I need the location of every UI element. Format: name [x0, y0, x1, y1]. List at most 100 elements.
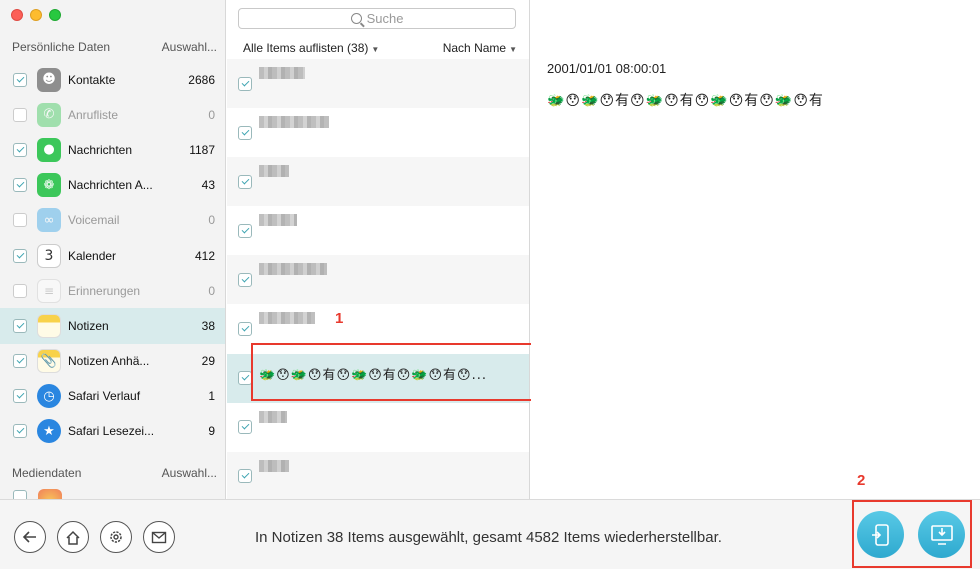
- list-header: Alle Items auflisten (38) ▼ Nach Name ▼: [243, 41, 517, 55]
- close-window-button[interactable]: [11, 9, 23, 21]
- sidebar-item-safari-lesezeichen[interactable]: ★ Safari Lesezei... 9: [0, 414, 225, 449]
- checkbox[interactable]: [238, 174, 252, 189]
- sidebar-item-notizen-anhaenge[interactable]: 📎 Notizen Anhä... 29: [0, 344, 225, 379]
- annotation-box-1: [251, 343, 533, 401]
- annotation-number-2: 2: [857, 472, 866, 489]
- zoom-window-button[interactable]: [49, 9, 61, 21]
- list-item[interactable]: [227, 206, 529, 255]
- search-input[interactable]: Suche: [238, 8, 516, 29]
- sidebar-item-notizen[interactable]: Notizen 38: [0, 308, 225, 344]
- sidebar-item-label: Nachrichten: [68, 142, 133, 157]
- sidebar-item-label: Kalender: [68, 248, 117, 263]
- list-item[interactable]: [227, 451, 529, 499]
- checkbox[interactable]: [238, 469, 252, 484]
- checkbox[interactable]: [238, 223, 252, 238]
- blurred-title: [259, 263, 327, 276]
- sidebar-item-erinnerungen[interactable]: ≡ Erinnerungen 0: [0, 273, 225, 308]
- sidebar-item-kontakte[interactable]: ☻ Kontakte 2686: [0, 62, 225, 97]
- sidebar-item-count: 29: [201, 354, 215, 369]
- sidebar-item-label: Voicemail: [68, 213, 120, 228]
- checkbox[interactable]: [13, 424, 27, 439]
- detail-panel: 2001/01/01 08:00:01 🐲😯🐲😯有😯🐲😯有😯🐲😯有😯🐲😯有: [531, 0, 980, 499]
- sidebar-item-count: 0: [208, 283, 215, 298]
- sidebar-item-nachrichten[interactable]: ● Nachrichten 1187: [0, 132, 225, 167]
- search-placeholder: Suche: [366, 11, 404, 26]
- sidebar-item-count: 43: [201, 178, 215, 193]
- sidebar-item-label: Safari Verlauf: [68, 389, 141, 404]
- list-item[interactable]: [227, 108, 529, 157]
- checkbox[interactable]: [238, 76, 252, 91]
- sidebar-item-count: 38: [201, 318, 215, 333]
- sidebar-item-voicemail[interactable]: ∞ Voicemail 0: [0, 203, 225, 238]
- sidebar-item-safari-verlauf[interactable]: ◷ Safari Verlauf 1: [0, 379, 225, 414]
- message-attachments-icon: ❁: [37, 173, 61, 198]
- bottom-toolbar: In Notizen 38 Items ausgewählt, gesamt 4…: [0, 499, 980, 569]
- category-list: ☻ Kontakte 2686 ✆ Anrufliste 0 ● Nachric…: [0, 62, 225, 449]
- blurred-title: [259, 312, 315, 325]
- sidebar-item-kalender[interactable]: 3 Kalender 412: [0, 238, 225, 273]
- checkbox[interactable]: [13, 213, 27, 228]
- sort-label: Nach Name: [442, 41, 507, 55]
- checkbox[interactable]: [238, 125, 252, 140]
- sidebar-item-count: 0: [208, 213, 215, 228]
- list-item[interactable]: [227, 255, 529, 305]
- blurred-title: [259, 116, 329, 129]
- checkbox[interactable]: [13, 178, 27, 193]
- checkbox[interactable]: [238, 272, 252, 287]
- checkbox[interactable]: [13, 107, 27, 122]
- sidebar-item-count: 0: [208, 107, 215, 122]
- sidebar-item-label: Anrufliste: [68, 107, 119, 122]
- blurred-title: [259, 459, 289, 472]
- checkbox[interactable]: [13, 354, 27, 369]
- sidebar-item-anrufliste[interactable]: ✆ Anrufliste 0: [0, 97, 225, 132]
- personal-data-select-button[interactable]: Auswahl...: [162, 40, 217, 54]
- checkbox[interactable]: [13, 72, 27, 87]
- sidebar-item-count: 9: [208, 424, 215, 439]
- checkbox[interactable]: [13, 283, 27, 298]
- annotation-number-1: 1: [335, 310, 344, 327]
- personal-data-header: Persönliche Daten Auswahl...: [12, 40, 217, 54]
- list-item[interactable]: [227, 403, 529, 452]
- checkbox[interactable]: [238, 420, 252, 435]
- reminders-icon: ≡: [37, 278, 61, 303]
- sidebar-item-nachrichten-anhaenge[interactable]: ❁ Nachrichten A... 43: [0, 168, 225, 203]
- back-button[interactable]: [14, 521, 46, 553]
- blurred-title: [259, 67, 305, 79]
- search-icon: [350, 13, 362, 24]
- chevron-down-icon: ▼: [371, 45, 380, 54]
- annotation-box-2: [852, 500, 972, 568]
- messages-icon: ●: [37, 137, 61, 162]
- list-item[interactable]: [227, 157, 529, 207]
- home-icon: [66, 530, 80, 545]
- checkbox[interactable]: [13, 318, 27, 333]
- settings-button[interactable]: [100, 521, 132, 553]
- sidebar-item-label: Notizen: [68, 318, 109, 333]
- list-item[interactable]: [227, 59, 529, 109]
- phone-icon: ✆: [37, 102, 61, 127]
- checkbox[interactable]: [238, 322, 252, 337]
- home-button[interactable]: [57, 521, 89, 553]
- safari-bookmarks-icon: ★: [37, 419, 61, 444]
- item-list-panel: Suche Alle Items auflisten (38) ▼ Nach Na…: [227, 0, 530, 499]
- sidebar-item-count: 1187: [189, 142, 215, 157]
- checkbox[interactable]: [13, 389, 27, 404]
- safari-history-icon: ◷: [37, 384, 61, 409]
- gear-icon: [110, 531, 122, 543]
- checkbox[interactable]: [13, 248, 27, 263]
- media-data-header: Mediendaten Auswahl...: [12, 466, 217, 480]
- media-data-select-button[interactable]: Auswahl...: [162, 466, 217, 480]
- checkbox[interactable]: [238, 371, 252, 386]
- minimize-window-button[interactable]: [30, 9, 42, 21]
- sort-dropdown[interactable]: Nach Name ▼: [443, 41, 517, 55]
- feedback-button[interactable]: [143, 521, 175, 553]
- checkbox[interactable]: [13, 142, 27, 157]
- list-all-dropdown[interactable]: Alle Items auflisten (38) ▼: [243, 41, 379, 55]
- sidebar-item-count: 2686: [188, 72, 215, 87]
- calendar-icon: 3: [37, 243, 61, 268]
- note-timestamp: 2001/01/01 08:00:01: [547, 61, 667, 76]
- blurred-title: [259, 410, 287, 423]
- sidebar-item-label: Erinnerungen: [68, 283, 141, 298]
- sidebar-item-count: 412: [194, 248, 215, 263]
- checkbox[interactable]: [13, 490, 27, 499]
- contacts-icon: ☻: [37, 67, 61, 92]
